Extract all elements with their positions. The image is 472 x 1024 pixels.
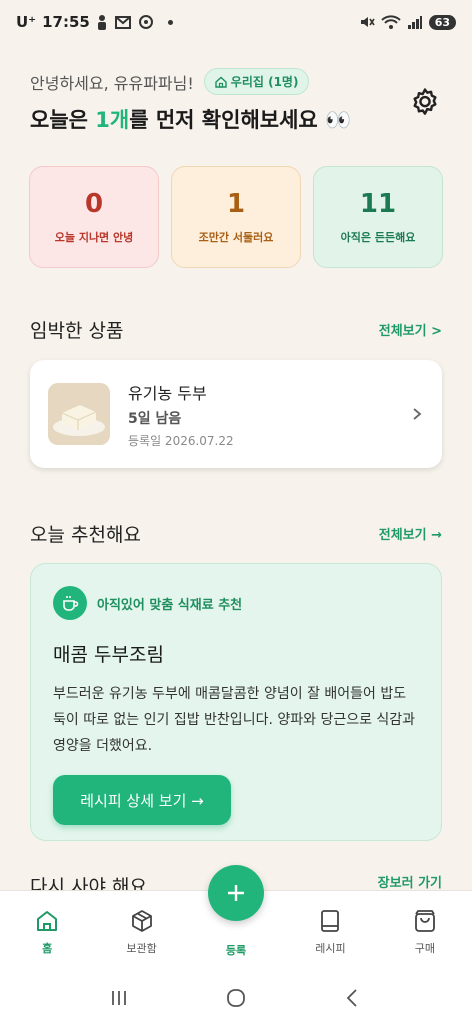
recommend-see-all-link[interactable]: 전체보기 → bbox=[379, 524, 442, 543]
section-title: 오늘 추천해요 bbox=[30, 524, 141, 546]
chevron-right-icon bbox=[413, 408, 422, 420]
plus-icon bbox=[228, 885, 245, 901]
nav-purchase[interactable]: 구매 bbox=[378, 891, 472, 972]
rebuy-shopping-link[interactable]: 장보러 가기 bbox=[378, 872, 442, 892]
nav-recipe[interactable]: 레시피 bbox=[283, 891, 377, 972]
nav-label: 보관함 bbox=[126, 941, 157, 955]
nav-register[interactable]: 등록 bbox=[189, 865, 283, 972]
recommend-tag: 아직있어 맞춤 식재료 추천 bbox=[97, 597, 243, 613]
more-notifications-dot bbox=[167, 19, 173, 25]
recipe-title: 매콤 두부조림 bbox=[53, 644, 164, 666]
stat-card-safe[interactable]: 11 아직은 든든해요 bbox=[313, 166, 443, 268]
wifi-icon bbox=[380, 15, 401, 29]
recipe-detail-button[interactable]: 레시피 상세 보기 → bbox=[53, 775, 231, 825]
add-button[interactable] bbox=[208, 865, 265, 921]
stat-cards: 0 오늘 지나면 안녕 1 조만간 서둘러요 11 아직은 든든해요 bbox=[29, 166, 443, 268]
imminent-see-all-link[interactable]: 전체보기 > bbox=[379, 320, 442, 339]
gear-icon[interactable] bbox=[408, 86, 442, 120]
signal-icon bbox=[407, 16, 422, 29]
recommend-card: 아직있어 맞춤 식재료 추천 매콤 두부조림 부드러운 유기농 두부에 매콤달콤… bbox=[30, 563, 442, 841]
battery-indicator: 63 bbox=[428, 14, 456, 30]
nav-label: 등록 bbox=[225, 944, 247, 957]
home-chip-label: 우리집 (1명) bbox=[230, 75, 299, 89]
nav-storage[interactable]: 보관함 bbox=[94, 891, 188, 972]
coffee-cup-icon bbox=[53, 586, 87, 620]
shopping-bag-icon bbox=[414, 909, 435, 932]
house-icon bbox=[215, 76, 227, 88]
greeting-row: 안녕하세요, 유유파파님! 우리집 (1명) bbox=[30, 68, 442, 95]
recommend-section-header: 오늘 추천해요 전체보기 → bbox=[30, 520, 442, 547]
clock: 17:55 bbox=[42, 13, 90, 31]
bottom-nav: 홈 보관함 등록 레시피 구매 bbox=[0, 865, 472, 972]
product-days-left: 5일 남음 bbox=[128, 410, 182, 427]
stat-label: 조만간 서둘러요 bbox=[198, 231, 274, 244]
carrier-label: U⁺ bbox=[16, 13, 37, 31]
product-card[interactable]: 유기농 두부 5일 남음 등록일 2026.07.22 bbox=[30, 360, 442, 468]
book-icon bbox=[321, 909, 340, 932]
section-title: 임박한 상품 bbox=[30, 320, 124, 342]
headline: 오늘은 1개를 먼저 확인해보세요 👀 bbox=[30, 104, 351, 134]
status-bar: U⁺ 17:55 63 bbox=[0, 0, 472, 44]
mute-icon bbox=[360, 17, 375, 27]
headline-count: 1개 bbox=[95, 108, 130, 132]
headline-post: 를 먼저 확인해보세요 👀 bbox=[129, 108, 352, 132]
tofu-image bbox=[48, 383, 110, 445]
stat-label: 아직은 든든해요 bbox=[340, 231, 416, 244]
section-title: 다시 사야 해요 bbox=[30, 876, 147, 892]
stat-card-today[interactable]: 0 오늘 지나면 안녕 bbox=[29, 166, 159, 268]
home-chip[interactable]: 우리집 (1명) bbox=[203, 68, 310, 95]
headline-pre: 오늘은 bbox=[30, 108, 96, 132]
stat-label: 오늘 지나면 안녕 bbox=[54, 231, 134, 244]
stat-value: 11 bbox=[359, 189, 397, 219]
stat-card-soon[interactable]: 1 조만간 서둘러요 bbox=[171, 166, 301, 268]
stat-value: 0 bbox=[84, 189, 104, 219]
recent-apps-icon[interactable] bbox=[107, 986, 131, 1010]
product-name: 유기농 두부 bbox=[128, 383, 207, 403]
nav-label: 레시피 bbox=[315, 941, 346, 955]
imminent-section-header: 임박한 상품 전체보기 > bbox=[30, 316, 442, 343]
nav-label: 홈 bbox=[42, 941, 53, 955]
stat-value: 1 bbox=[226, 189, 246, 219]
recipe-description: 부드러운 유기농 두부에 매콤달콤한 양념이 잘 배어들어 밥도둑이 따로 없는… bbox=[53, 686, 416, 754]
product-registered-date: 등록일 2026.07.22 bbox=[128, 433, 234, 448]
box-icon bbox=[131, 909, 152, 932]
home-icon bbox=[37, 910, 58, 931]
notification-icons bbox=[97, 15, 153, 30]
home-circle-icon[interactable] bbox=[224, 986, 248, 1010]
nav-label: 구매 bbox=[414, 941, 435, 955]
nav-home[interactable]: 홈 bbox=[0, 891, 94, 972]
system-nav-bar bbox=[0, 972, 472, 1024]
greeting-text: 안녕하세요, 유유파파님! bbox=[30, 73, 194, 93]
product-thumbnail bbox=[48, 383, 110, 445]
back-icon[interactable] bbox=[341, 986, 365, 1010]
